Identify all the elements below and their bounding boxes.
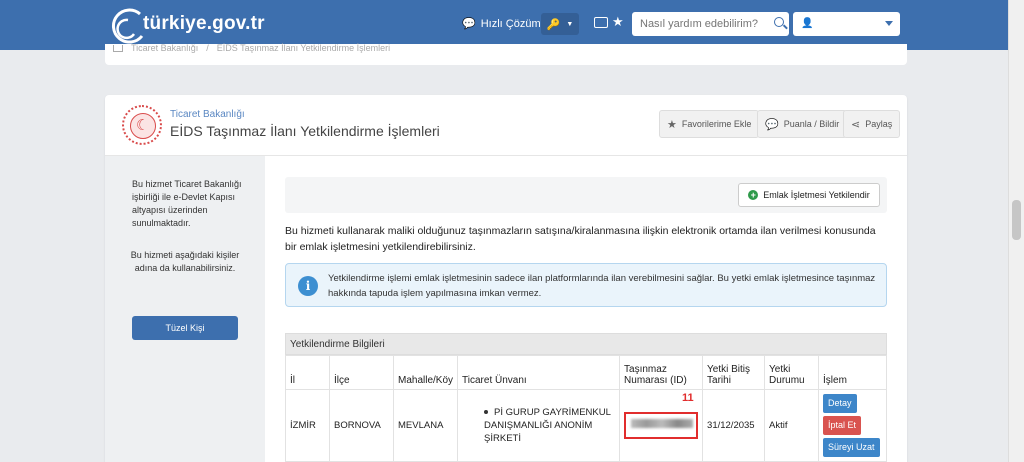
rate-report-button[interactable]: 💬 Puanla / Bildir xyxy=(757,110,848,138)
column-header-bitis: Yetki Bitiş Tarihi xyxy=(702,355,766,390)
company-list-item: Pİ GURUP GAYRİMENKUL DANIŞMANLIĞI ANONİM… xyxy=(462,406,615,445)
column-header-ilce: İlçe xyxy=(329,355,394,390)
search-box xyxy=(632,12,789,36)
cell-unvan: Pİ GURUP GAYRİMENKUL DANIŞMANLIĞI ANONİM… xyxy=(457,389,621,462)
column-header-id: Taşınmaz Numarası (ID) xyxy=(619,355,704,390)
breadcrumb-separator: / xyxy=(206,43,209,53)
breadcrumb: Ticaret Bakanlığı / EİDS Taşınmaz İlanı … xyxy=(105,44,907,65)
add-favorite-label: Favorilerime Ekle xyxy=(681,119,752,129)
legal-entity-button[interactable]: Tüzel Kişi xyxy=(132,316,238,340)
column-header-durum: Yetki Durumu xyxy=(764,355,820,390)
breadcrumb-item-ministry[interactable]: Ticaret Bakanlığı xyxy=(131,44,198,53)
plus-circle-icon: + xyxy=(748,190,759,200)
highlighted-id-box xyxy=(624,412,699,439)
breadcrumb-item-service: EİDS Taşınmaz İlanı Yetkilendirme İşleml… xyxy=(216,43,391,53)
chevron-down-icon xyxy=(885,21,893,26)
id-card-icon[interactable] xyxy=(594,17,608,28)
share-label: Paylaş xyxy=(865,119,893,129)
redacted-id xyxy=(631,419,694,428)
cell-durum: Aktif xyxy=(764,389,820,462)
action-bar: + Emlak İşletmesi Yetkilendir xyxy=(285,177,887,213)
rate-report-label: Puanla / Bildir xyxy=(783,119,840,129)
annotation-number: 11 xyxy=(682,392,694,404)
cell-il: İZMİR xyxy=(285,389,330,462)
detail-button[interactable]: Detay xyxy=(823,394,857,413)
cell-mahalle: MEVLANA xyxy=(392,389,459,462)
home-icon[interactable] xyxy=(113,45,123,52)
table-row: İZMİR BORNOVA MEVLANA Pİ GURUP GAYRİMENK… xyxy=(285,389,887,462)
star-icon[interactable]: ★ xyxy=(612,14,624,30)
table-section-title: Yetkilendirme Bilgileri xyxy=(285,333,887,355)
share-button[interactable]: ⋖ Paylaş xyxy=(843,110,901,138)
table-header-row: İl İlçe Mahalle/Köy Ticaret Ünvanı Taşın… xyxy=(285,355,887,390)
accessibility-menu-button[interactable]: 🔑 ▼ xyxy=(541,13,579,35)
authorize-real-estate-button[interactable]: + Emlak İşletmesi Yetkilendir xyxy=(738,183,880,207)
sidebar: Bu hizmet Ticaret Bakanlığı işbirliği il… xyxy=(105,156,265,462)
star-icon: ★ xyxy=(667,118,677,131)
cancel-authorization-button[interactable]: İptal Et xyxy=(823,416,862,435)
authorize-real-estate-label: Emlak İşletmesi Yetkilendir xyxy=(763,190,870,200)
logo-text[interactable]: türkiye.gov.tr xyxy=(143,13,265,35)
add-favorite-button[interactable]: ★ Favorilerime Ekle xyxy=(659,110,760,138)
company-name: Pİ GURUP GAYRİMENKUL DANIŞMANLIĞI ANONİM… xyxy=(484,407,611,444)
scrollbar-thumb[interactable] xyxy=(1012,200,1021,240)
authorization-table: İl İlçe Mahalle/Köy Ticaret Ünvanı Taşın… xyxy=(285,355,887,462)
user-icon: 👤 xyxy=(801,18,814,29)
bullet-icon xyxy=(484,410,489,415)
search-icon[interactable] xyxy=(774,17,784,27)
info-icon: i xyxy=(298,276,318,296)
comment-icon: 💬 xyxy=(765,118,779,131)
service-description: Bu hizmeti kullanarak maliki olduğunuz t… xyxy=(285,225,876,253)
sidebar-provider-text: Bu hizmet Ticaret Bakanlığı işbirliği il… xyxy=(132,179,242,228)
page-title: EİDS Taşınmaz İlanı Yetkilendirme İşleml… xyxy=(170,123,440,139)
key-icon: 🔑 xyxy=(546,18,561,31)
vertical-scrollbar[interactable] xyxy=(1008,0,1024,462)
cell-islem: Detay İptal Et Süreyi Uzat xyxy=(818,389,887,462)
quick-solution-label: Hızlı Çözüm xyxy=(480,17,541,30)
ministry-logo-icon xyxy=(122,105,162,145)
column-header-unvan: Ticaret Ünvanı xyxy=(457,355,621,390)
service-card: Ticaret Bakanlığı EİDS Taşınmaz İlanı Ye… xyxy=(105,95,907,462)
info-alert-text: Yetkilendirme işlemi emlak işletmesinin … xyxy=(328,273,876,299)
info-alert: i Yetkilendirme işlemi emlak işletmesini… xyxy=(285,263,887,307)
quick-solution-link[interactable]: 💬 Hızlı Çözüm xyxy=(462,17,541,31)
column-header-islem: İşlem xyxy=(818,355,887,390)
cell-ilce: BORNOVA xyxy=(329,389,394,462)
extend-duration-button[interactable]: Süreyi Uzat xyxy=(823,438,880,457)
ministry-name[interactable]: Ticaret Bakanlığı xyxy=(170,109,245,120)
chevron-down-icon: ▼ xyxy=(566,20,574,28)
search-input[interactable] xyxy=(632,12,767,36)
sidebar-usage-text: Bu hizmeti aşağıdaki kişiler adına da ku… xyxy=(130,250,240,273)
cell-bitis: 31/12/2035 xyxy=(702,389,766,462)
column-header-mahalle: Mahalle/Köy xyxy=(392,355,459,390)
share-icon: ⋖ xyxy=(851,118,861,131)
chat-icon: 💬 xyxy=(462,18,476,30)
user-dropdown[interactable]: 👤 xyxy=(793,12,900,36)
column-header-il: İl xyxy=(285,355,330,390)
